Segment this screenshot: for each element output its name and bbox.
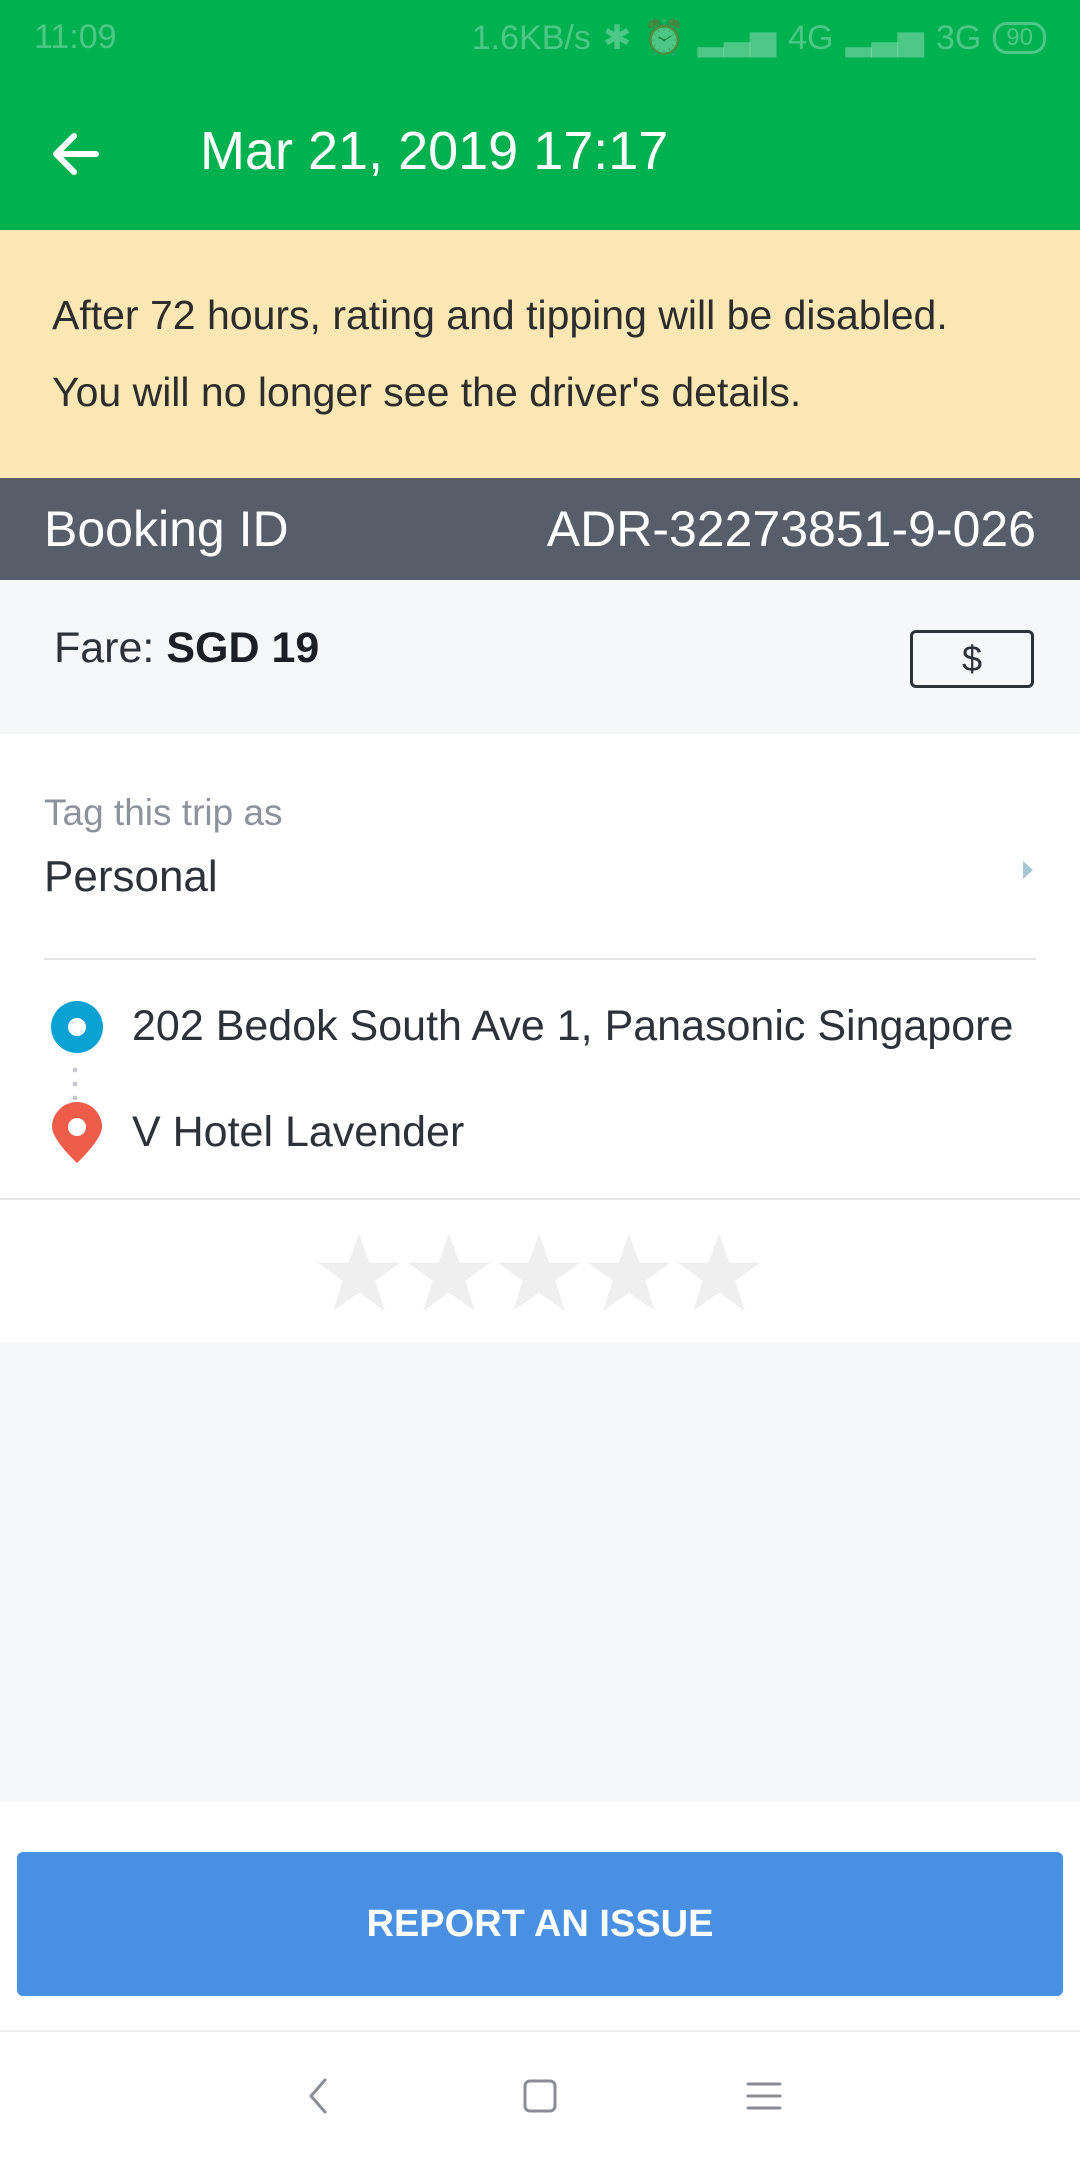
status-bar: 11:09 1.6KB/s ✱ ⏰ ▂▃▅ 4G ▂▃▅ 3G 90 (0, 0, 1080, 78)
nav-home-icon[interactable] (518, 2074, 562, 2118)
notice-line-1: After 72 hours, rating and tipping will … (52, 292, 948, 338)
back-arrow-icon[interactable] (48, 126, 104, 182)
trip-tag-label: Tag this trip as (44, 792, 283, 833)
signal-icon: ▂▃▅ (845, 19, 924, 57)
system-nav-bar (0, 2032, 1080, 2160)
rating-section (0, 1200, 1080, 1342)
network-4g: 4G (788, 18, 834, 57)
signal-icon: ▂▃▅ (697, 19, 777, 57)
notice-line-2: You will no longer see the driver's deta… (52, 369, 802, 415)
content-spacer (0, 1342, 1080, 1802)
battery-icon: 90 (993, 22, 1046, 54)
booking-id-value: ADR-32273851-9-026 (546, 501, 1036, 557)
booking-id-bar: Booking ID ADR-32273851-9-026 (0, 478, 1080, 580)
star-icon[interactable] (676, 1230, 762, 1316)
star-icon[interactable] (406, 1230, 492, 1316)
trip-tag-selector[interactable]: Tag this trip as Personal (0, 734, 1080, 960)
status-time: 11:09 (34, 18, 117, 56)
status-indicators: 1.6KB/s ✱ ⏰ ▂▃▅ 4G ▂▃▅ 3G 90 (472, 18, 1046, 58)
fare-text: Fare: SGD 19 (54, 624, 319, 673)
chevron-right-icon (1023, 861, 1033, 879)
nav-back-icon[interactable] (297, 2074, 341, 2118)
alarm-icon: ⏰ (643, 19, 686, 57)
route-section: 202 Bedok South Ave 1, Panasonic Singapo… (0, 960, 1080, 1198)
star-rating (316, 1230, 762, 1316)
star-icon[interactable] (496, 1230, 582, 1316)
network-3g: 3G (935, 18, 982, 57)
fare-row: Fare: SGD 19 $ (0, 580, 1080, 734)
dropoff-pin-icon (52, 1102, 102, 1163)
cash-payment-icon: $ (910, 630, 1034, 688)
star-icon[interactable] (316, 1230, 402, 1316)
booking-id-label: Booking ID (44, 501, 289, 557)
dropoff-address: V Hotel Lavender (132, 1108, 465, 1156)
nav-menu-icon[interactable] (742, 2074, 786, 2118)
fare-label: Fare: (54, 624, 167, 672)
app-bar: Mar 21, 2019 17:17 (0, 78, 1080, 230)
network-speed: 1.6KB/s (471, 18, 591, 57)
fare-amount: SGD 19 (166, 624, 320, 672)
page-title: Mar 21, 2019 17:17 (200, 121, 669, 181)
bluetooth-icon: ✱ (602, 19, 632, 57)
star-icon[interactable] (586, 1230, 672, 1316)
report-issue-button[interactable]: REPORT AN ISSUE (17, 1852, 1063, 1996)
expiry-notice: After 72 hours, rating and tipping will … (0, 230, 1080, 478)
route-connector-dots (72, 1067, 78, 1101)
trip-tag-value: Personal (44, 852, 218, 901)
pickup-address: 202 Bedok South Ave 1, Panasonic Singapo… (132, 1002, 1014, 1050)
pickup-location-icon (51, 1001, 103, 1053)
